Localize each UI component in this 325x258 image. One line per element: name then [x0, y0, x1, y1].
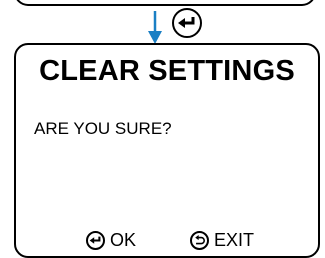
confirm-message: ARE YOU SURE?: [34, 119, 172, 138]
ok-soft-key[interactable]: OK: [86, 230, 136, 251]
back-icon: [190, 231, 209, 250]
ok-label: OK: [110, 230, 137, 250]
exit-soft-key[interactable]: EXIT: [190, 230, 254, 251]
soft-key-bar: OK EXIT: [16, 230, 318, 254]
enter-icon: [178, 17, 195, 28]
screen-title: CLEAR SETTINGS: [39, 55, 295, 87]
exit-label: EXIT: [214, 230, 255, 250]
enter-icon: [86, 231, 105, 250]
flow-arrow-down-icon: [148, 11, 162, 44]
display-screen: CLEAR SETTINGS ARE YOU SURE? OK EXIT: [14, 43, 320, 258]
previous-screen-edge: [14, 0, 316, 6]
enter-key[interactable]: [172, 8, 202, 38]
